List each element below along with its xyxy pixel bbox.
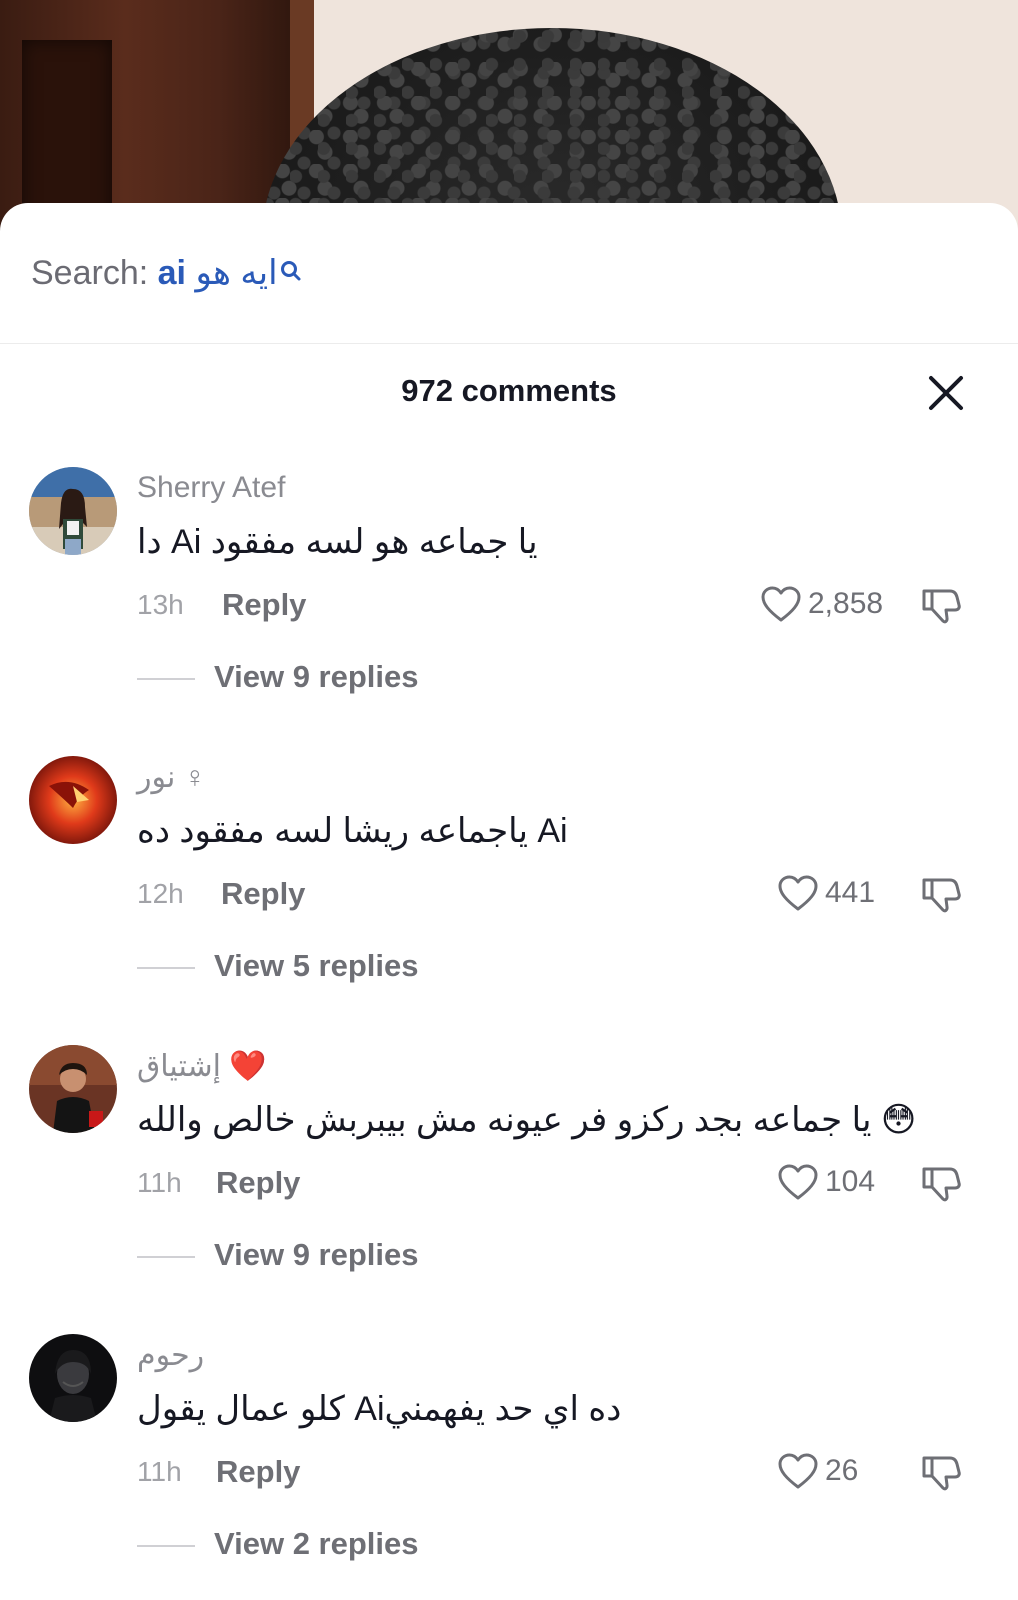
comment-item: إشتياق ❤️ يا جماعه بجد ركزو فر عيونه مش … [0,1045,1018,1334]
comment-item: رحوم كلو عمال يقول Aiده اي حد يفهمني 11h… [0,1334,1018,1600]
comment-time: 13h [137,589,184,620]
search-label: Search: [31,254,158,292]
comments-sheet: Search: ai ايه هو 972 comments Sherry At… [0,203,1018,1600]
reply-button[interactable]: Reply [222,587,306,623]
search-bar[interactable]: Search: ai ايه هو [0,203,1018,344]
view-replies-label: View 9 replies [214,1237,419,1272]
view-replies-label: View 9 replies [214,659,419,694]
reply-button[interactable]: Reply [216,1454,300,1490]
heart-icon [778,1453,818,1489]
comment-count: 972 comments [401,373,617,408]
search-query-latin: ai [157,254,186,292]
search-icon [280,253,302,281]
like-count: 2,858 [808,587,884,620]
dislike-icon[interactable] [920,1163,962,1203]
comment-text: دا Ai يا جماعه هو لسه مفقود [137,523,538,561]
username[interactable]: رحوم [137,1338,204,1373]
dislike-icon[interactable] [920,585,962,625]
username[interactable]: نور ♀ [137,760,206,795]
like-count: 441 [825,876,876,909]
search-link[interactable]: Search: ai ايه هو [31,251,302,295]
avatar[interactable] [29,1045,117,1133]
username[interactable]: إشتياق ❤️ [137,1049,267,1084]
avatar[interactable] [29,756,117,844]
heart-icon [761,586,801,622]
comment-time: 11h [137,1456,182,1487]
heart-icon [778,1164,818,1200]
comments-header: 972 comments [0,343,1018,443]
comment-time: 12h [137,878,184,909]
heart-icon [778,875,818,911]
comment-text: ياجماعه ريشا لسه مفقود ده Ai [137,812,568,850]
like-count: 26 [825,1454,859,1487]
reply-button[interactable]: Reply [216,1165,300,1201]
comment-item: نور ♀ ياجماعه ريشا لسه مفقود ده Ai 12h R… [0,756,1018,1045]
search-query-arabic: ايه هو [195,254,278,292]
dislike-icon[interactable] [920,874,962,914]
username[interactable]: Sherry Atef [137,471,285,505]
dislike-icon[interactable] [920,1452,962,1492]
close-button[interactable] [924,371,968,415]
comment-text: كلو عمال يقول Aiده اي حد يفهمني [137,1390,622,1428]
view-replies-label: View 5 replies [214,948,419,983]
close-icon [929,376,963,410]
like-count: 104 [825,1165,876,1198]
view-replies-label: View 2 replies [214,1526,419,1561]
reply-button[interactable]: Reply [221,876,305,912]
comment-time: 11h [137,1167,182,1198]
comment-text: يا جماعه بجد ركزو فر عيونه مش بيبربش خال… [137,1101,917,1139]
comment-item: Sherry Atef دا Ai يا جماعه هو لسه مفقود … [0,467,1018,756]
avatar[interactable] [29,467,117,555]
avatar[interactable] [29,1334,117,1422]
